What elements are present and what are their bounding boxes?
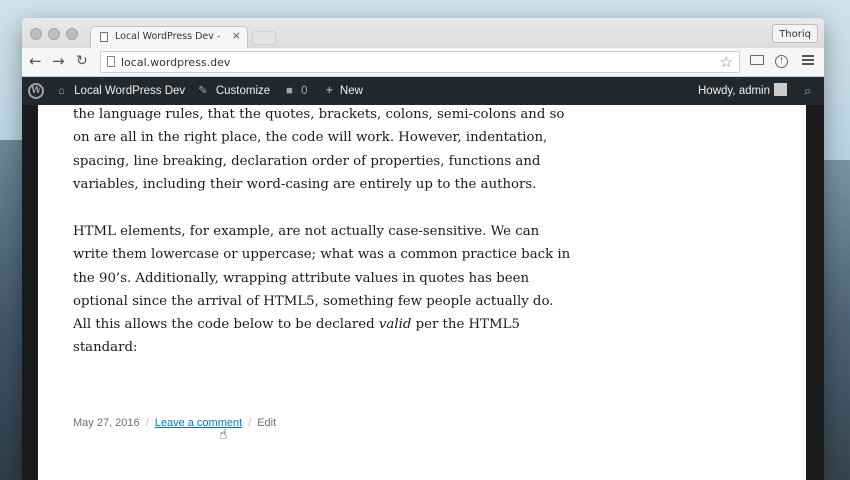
comment-bubble-icon: ■ [286, 85, 293, 97]
site-name-label: Local WordPress Dev [74, 85, 186, 97]
paragraph-1: the language rules, that the quotes, bra… [73, 103, 573, 196]
desktop-background-right [820, 160, 850, 480]
p2-line-5-start: All this allows the code below to be dec… [73, 317, 379, 333]
hand-cursor-icon: ☝ [219, 427, 228, 443]
p2-line-5: All this allows the code below to be dec… [73, 313, 573, 336]
wordpress-logo-icon[interactable]: W [28, 83, 44, 99]
address-bar[interactable]: local.wordpress.dev ☆ [100, 51, 740, 73]
new-label: New [339, 85, 363, 97]
meta-separator: / [248, 417, 252, 429]
profile-button[interactable]: Thoriq [772, 24, 818, 43]
howdy-label: Howdy, admin [698, 85, 771, 97]
p2-line-2: write them lowercase or uppercase; what … [73, 247, 571, 263]
forward-arrow-icon[interactable]: → [52, 53, 65, 70]
comments-count: 0 [301, 85, 308, 97]
page-icon [107, 56, 115, 67]
admin-bar-new[interactable]: + New [326, 77, 363, 105]
search-icon[interactable]: ⌕ [804, 77, 811, 105]
browser-menu-icon[interactable] [802, 55, 814, 65]
p2-line-3: the 90’s. Additionally, wrapping attribu… [73, 270, 530, 286]
plus-icon: + [326, 85, 333, 97]
post-meta: May 27, 2016 / Leave a comment / Edit [73, 417, 276, 429]
admin-bar-site-name[interactable]: ⌂ Local WordPress Dev [58, 77, 185, 105]
p1-line-3: spacing, line breaking, declaration orde… [73, 153, 541, 169]
p1-line-4: variables, including their word-casing a… [73, 176, 537, 192]
back-arrow-icon[interactable]: ← [29, 53, 42, 70]
minimize-window-button[interactable] [48, 28, 60, 40]
post-date[interactable]: May 27, 2016 [73, 417, 140, 429]
wp-admin-bar: W ⌂ Local WordPress Dev ✎ Customize ■ 0 … [22, 77, 824, 105]
admin-bar-account[interactable]: Howdy, admin [698, 77, 788, 105]
zoom-window-button[interactable] [66, 28, 78, 40]
browser-window: Local WordPress Dev – Jus × Thoriq ← → ↻… [22, 18, 824, 480]
url-text: local.wordpress.dev [121, 56, 231, 69]
brush-icon: ✎ [198, 85, 208, 97]
p2-line-6: standard: [73, 340, 138, 356]
admin-bar-comments[interactable]: ■ 0 [286, 77, 308, 105]
meta-separator: / [145, 417, 149, 429]
p2-line-4: optional since the arrival of HTML5, som… [73, 293, 554, 309]
p2-line-1: HTML elements, for example, are not actu… [73, 224, 540, 239]
new-tab-button[interactable] [252, 31, 276, 45]
cast-icon[interactable] [750, 55, 764, 65]
close-tab-icon[interactable]: × [232, 29, 241, 42]
reload-icon[interactable]: ↻ [76, 53, 88, 70]
browser-tab[interactable]: Local WordPress Dev – Jus × [90, 26, 248, 48]
p2-line-5-end: per the HTML5 [411, 317, 520, 333]
tab-title: Local WordPress Dev – Jus [115, 31, 220, 42]
avatar [774, 83, 788, 97]
browser-titlebar: Local WordPress Dev – Jus × Thoriq [22, 18, 824, 48]
edit-link[interactable]: Edit [257, 417, 276, 429]
leave-comment-link[interactable]: Leave a comment [155, 417, 242, 429]
extension-icon[interactable]: ! [775, 55, 788, 68]
paragraph-2: HTML elements, for example, are not actu… [73, 220, 573, 360]
p1-line-2: on are all in the right place, the code … [73, 130, 548, 146]
emphasis-valid: valid [378, 317, 412, 333]
browser-toolbar: ← → ↻ local.wordpress.dev ☆ ! [22, 48, 824, 77]
post-content: the language rules, that the quotes, bra… [38, 105, 806, 480]
bookmark-star-icon[interactable]: ☆ [720, 53, 733, 71]
admin-bar-customize[interactable]: ✎ Customize [198, 77, 270, 105]
dashboard-icon: ⌂ [58, 85, 65, 97]
p1-line-1: the language rules, that the quotes, bra… [73, 107, 565, 122]
page-icon [100, 32, 108, 42]
customize-label: Customize [215, 85, 271, 97]
close-window-button[interactable] [30, 28, 42, 40]
